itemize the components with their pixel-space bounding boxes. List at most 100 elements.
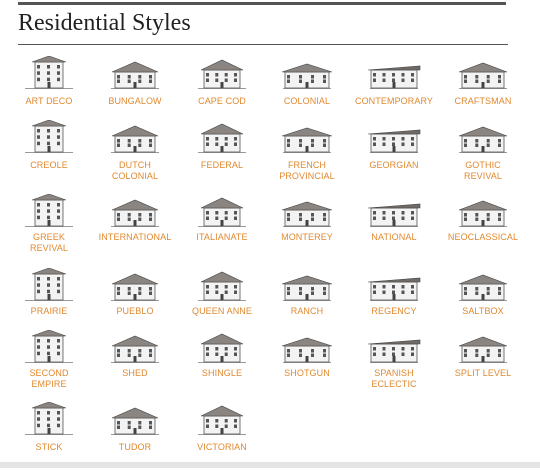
style-tile[interactable]: SHINGLE xyxy=(178,330,266,400)
house-illustration-icon[interactable] xyxy=(364,56,424,90)
style-link[interactable]: INTERNATIONAL xyxy=(91,232,179,243)
house-illustration-icon[interactable] xyxy=(192,56,252,90)
house-illustration-icon[interactable] xyxy=(277,120,337,154)
style-link[interactable]: VICTORIAN xyxy=(178,442,266,453)
style-link[interactable]: GREEK REVIVAL xyxy=(5,232,93,254)
style-link[interactable]: SALTBOX xyxy=(439,306,527,317)
style-label-line: SHED xyxy=(122,368,148,378)
house-illustration-icon[interactable] xyxy=(192,194,252,228)
house-illustration-icon[interactable] xyxy=(277,194,337,228)
style-link[interactable]: GOTHIC REVIVAL xyxy=(439,160,527,182)
style-tile[interactable]: QUEEN ANNE xyxy=(178,268,266,338)
house-illustration-icon[interactable] xyxy=(19,402,79,436)
style-tile[interactable]: NEOCLASSICAL xyxy=(439,194,527,264)
style-tile[interactable]: REGENCY xyxy=(350,268,438,338)
style-link[interactable]: CONTEMPORARY xyxy=(350,96,438,107)
house-illustration-icon[interactable] xyxy=(364,120,424,154)
house-illustration-icon[interactable] xyxy=(277,268,337,302)
house-illustration-icon[interactable] xyxy=(192,268,252,302)
house-illustration-icon[interactable] xyxy=(19,120,79,154)
style-tile[interactable]: GREEK REVIVAL xyxy=(5,194,93,264)
style-link[interactable]: SECOND EMPIRE xyxy=(5,368,93,390)
style-link[interactable]: TUDOR xyxy=(91,442,179,453)
style-tile[interactable]: GEORGIAN xyxy=(350,120,438,190)
style-link[interactable]: NEOCLASSICAL xyxy=(439,232,527,243)
style-tile[interactable]: ART DECO xyxy=(5,56,93,126)
style-tile[interactable]: RANCH xyxy=(263,268,351,338)
style-tile[interactable]: MONTEREY xyxy=(263,194,351,264)
style-label-line: COLONIAL xyxy=(111,171,159,181)
style-link[interactable]: RANCH xyxy=(263,306,351,317)
style-link[interactable]: CRAFTSMAN xyxy=(439,96,527,107)
house-illustration-icon[interactable] xyxy=(277,56,337,90)
style-tile[interactable]: PRAIRIE xyxy=(5,268,93,338)
house-illustration-icon[interactable] xyxy=(192,330,252,364)
style-link[interactable]: SHINGLE xyxy=(178,368,266,379)
style-link[interactable]: CREOLE xyxy=(5,160,93,171)
style-link[interactable]: MONTEREY xyxy=(263,232,351,243)
house-illustration-icon[interactable] xyxy=(105,330,165,364)
style-label-line: SPLIT LEVEL xyxy=(454,368,512,378)
style-link[interactable]: PRAIRIE xyxy=(5,306,93,317)
house-illustration-icon[interactable] xyxy=(453,330,513,364)
style-tile[interactable]: CAPE COD xyxy=(178,56,266,126)
style-tile[interactable]: BUNGALOW xyxy=(91,56,179,126)
style-tile[interactable]: SPLIT LEVEL xyxy=(439,330,527,400)
style-tile[interactable]: COLONIAL xyxy=(263,56,351,126)
house-illustration-icon[interactable] xyxy=(453,194,513,228)
style-tile[interactable]: INTERNATIONAL xyxy=(91,194,179,264)
style-link[interactable]: SHED xyxy=(91,368,179,379)
style-link[interactable]: ITALIANATE xyxy=(178,232,266,243)
house-illustration-icon[interactable] xyxy=(19,268,79,302)
house-illustration-icon[interactable] xyxy=(192,402,252,436)
style-tile[interactable]: PUEBLO xyxy=(91,268,179,338)
house-illustration-icon[interactable] xyxy=(453,56,513,90)
house-illustration-icon[interactable] xyxy=(105,402,165,436)
style-tile[interactable]: SHOTGUN xyxy=(263,330,351,400)
style-link[interactable]: STICK xyxy=(5,442,93,453)
style-link[interactable]: GEORGIAN xyxy=(350,160,438,171)
style-tile[interactable]: SHED xyxy=(91,330,179,400)
style-link[interactable]: BUNGALOW xyxy=(91,96,179,107)
style-link[interactable]: NATIONAL xyxy=(350,232,438,243)
style-tile[interactable]: FRENCH PROVINCIAL xyxy=(263,120,351,190)
style-link[interactable]: QUEEN ANNE xyxy=(178,306,266,317)
style-link[interactable]: SPANISH ECLECTIC xyxy=(350,368,438,390)
style-tile[interactable]: SECOND EMPIRE xyxy=(5,330,93,400)
house-illustration-icon[interactable] xyxy=(364,194,424,228)
style-tile[interactable]: ITALIANATE xyxy=(178,194,266,264)
house-illustration-icon[interactable] xyxy=(105,56,165,90)
style-link[interactable]: COLONIAL xyxy=(263,96,351,107)
house-illustration-icon[interactable] xyxy=(364,268,424,302)
style-link[interactable]: CAPE COD xyxy=(178,96,266,107)
house-illustration-icon[interactable] xyxy=(105,268,165,302)
style-link[interactable]: ART DECO xyxy=(5,96,93,107)
house-illustration-icon[interactable] xyxy=(453,268,513,302)
house-illustration-icon[interactable] xyxy=(105,194,165,228)
house-illustration-icon[interactable] xyxy=(453,120,513,154)
style-tile[interactable]: NATIONAL xyxy=(350,194,438,264)
house-illustration-icon[interactable] xyxy=(19,330,79,364)
house-illustration-icon[interactable] xyxy=(364,330,424,364)
style-tile[interactable]: SPANISH ECLECTIC xyxy=(350,330,438,400)
style-link[interactable]: SHOTGUN xyxy=(263,368,351,379)
style-tile[interactable]: SALTBOX xyxy=(439,268,527,338)
style-tile[interactable]: CREOLE xyxy=(5,120,93,190)
style-label-line: INTERNATIONAL xyxy=(98,232,172,242)
style-tile[interactable]: FEDERAL xyxy=(178,120,266,190)
style-tile[interactable]: GOTHIC REVIVAL xyxy=(439,120,527,190)
style-link[interactable]: FRENCH PROVINCIAL xyxy=(263,160,351,182)
house-illustration-icon[interactable] xyxy=(192,120,252,154)
house-illustration-icon[interactable] xyxy=(19,194,79,228)
house-illustration-icon[interactable] xyxy=(277,330,337,364)
style-tile[interactable]: DUTCH COLONIAL xyxy=(91,120,179,190)
house-illustration-icon[interactable] xyxy=(105,120,165,154)
style-link[interactable]: PUEBLO xyxy=(91,306,179,317)
house-illustration-icon[interactable] xyxy=(19,56,79,90)
style-link[interactable]: FEDERAL xyxy=(178,160,266,171)
style-tile[interactable]: CRAFTSMAN xyxy=(439,56,527,126)
style-tile[interactable]: CONTEMPORARY xyxy=(350,56,438,126)
style-link[interactable]: SPLIT LEVEL xyxy=(439,368,527,379)
style-link[interactable]: REGENCY xyxy=(350,306,438,317)
style-link[interactable]: DUTCH COLONIAL xyxy=(91,160,179,182)
